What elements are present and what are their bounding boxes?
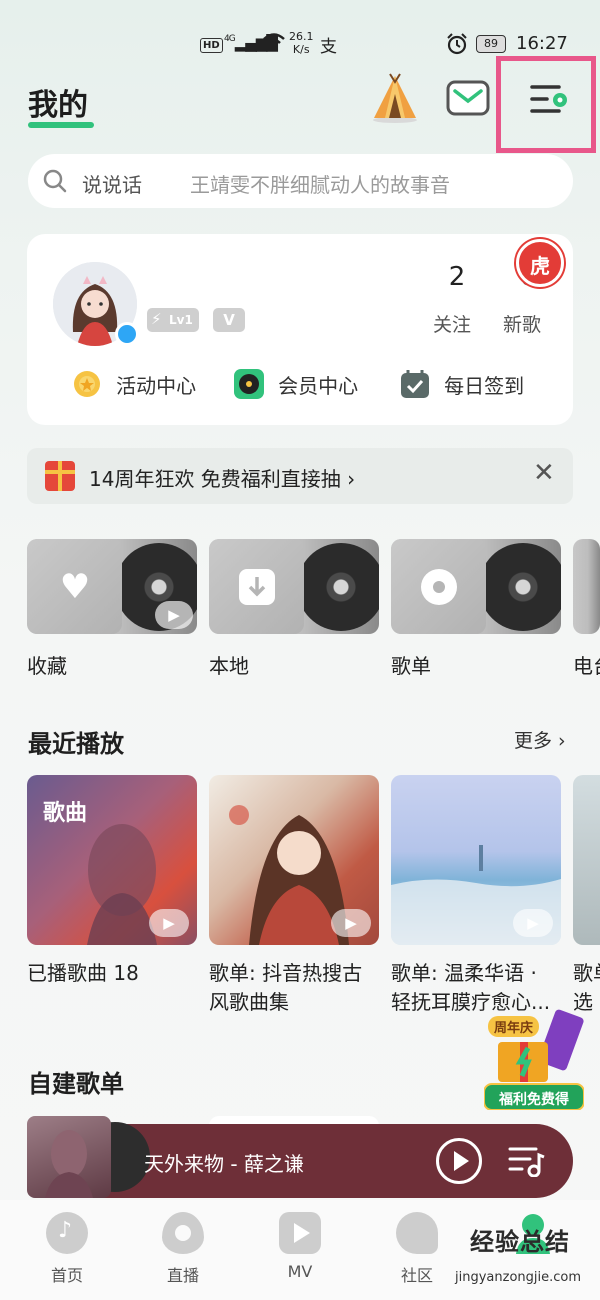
daily-checkin-label: 每日签到	[444, 373, 525, 398]
play-icon[interactable]: ▶	[149, 909, 189, 937]
eye-icon	[162, 1212, 204, 1254]
vip-center-button[interactable]: 会员中心	[233, 368, 358, 400]
daily-checkin-button[interactable]: 每日签到	[399, 368, 524, 400]
tent-icon[interactable]	[370, 72, 420, 124]
tab-home-label: 首页	[50, 1266, 83, 1285]
wifi-icon	[263, 33, 285, 51]
online-badge	[115, 322, 139, 346]
search-bar[interactable]: 说说话 王靖雯不胖细腻动人的故事音	[28, 154, 573, 208]
recent-card[interactable]: 歌曲 ▶	[27, 775, 197, 945]
battery-indicator: 89	[476, 35, 506, 53]
anniversary-promo[interactable]: 周年庆 福利免费得	[484, 1008, 584, 1110]
calendar-check-icon	[401, 370, 429, 398]
watermark-title: 经验总结	[470, 1228, 570, 1256]
promo-text: 14周年狂欢 免费福利直接抽 ›	[89, 467, 356, 491]
playlists-section-title: 自建歌单	[28, 1070, 124, 1098]
download-icon	[239, 569, 275, 605]
recent-section-title: 最近播放	[28, 730, 124, 758]
playlist-queue-icon[interactable]	[508, 1145, 546, 1177]
bolt-icon: ⚡	[151, 310, 162, 328]
vip-badge[interactable]: V	[213, 308, 245, 332]
play-icon[interactable]: ▶	[155, 601, 193, 629]
settings-menu-icon[interactable]	[529, 82, 569, 116]
alarm-icon	[447, 33, 467, 55]
heart-icon: ♥	[59, 567, 91, 607]
tab-live[interactable]: 直播	[143, 1212, 223, 1286]
recent-item-label: 已播歌曲 18	[27, 961, 139, 985]
gift-icon	[45, 461, 75, 491]
page-title: 我的	[28, 88, 88, 123]
now-playing-cover[interactable]	[27, 1116, 111, 1198]
more-link[interactable]: 更多 ›	[514, 726, 566, 753]
search-placeholder: 王靖雯不胖细腻动人的故事音	[190, 173, 450, 197]
tab-community[interactable]: 社区	[377, 1212, 457, 1286]
close-icon[interactable]: ✕	[533, 458, 555, 488]
community-icon	[396, 1212, 438, 1254]
favorites-tile[interactable]: ♥ ▶	[27, 539, 197, 634]
recent-card[interactable]: ▶	[391, 775, 561, 945]
following-label[interactable]: 关注	[433, 310, 471, 337]
tab-community-label: 社区	[400, 1266, 433, 1285]
alipay-icon: 支	[320, 37, 337, 57]
tab-mv-label: MV	[287, 1262, 313, 1281]
following-count: 2	[448, 262, 466, 292]
coin-icon	[74, 371, 100, 397]
radio-tile[interactable]	[573, 539, 600, 634]
tab-mv[interactable]: MV	[260, 1212, 340, 1281]
local-label: 本地	[209, 654, 249, 678]
now-playing-title: 天外来物 - 薛之谦	[144, 1152, 304, 1176]
hd-indicator: HD	[200, 38, 223, 53]
watermark-url: jingyanzongjie.com	[455, 1270, 582, 1285]
favorites-label: 收藏	[27, 654, 67, 678]
title-underline	[28, 122, 94, 128]
recent-card[interactable]	[573, 775, 600, 945]
tiger-badge-icon[interactable]: 虎	[516, 239, 564, 287]
disc-icon	[421, 569, 457, 605]
network-speed: 26.1 K/s	[289, 30, 314, 56]
playlist-label: 歌单	[391, 654, 431, 678]
activity-center-button[interactable]: 活动中心	[71, 368, 196, 400]
vip-center-label: 会员中心	[278, 373, 359, 398]
new-songs-label[interactable]: 新歌	[503, 310, 541, 337]
play-icon[interactable]: ▶	[331, 909, 371, 937]
vinyl-icon	[234, 369, 264, 399]
anniversary-badge: 周年庆	[488, 1016, 540, 1037]
local-tile[interactable]	[209, 539, 379, 634]
following-stat[interactable]: 2	[447, 262, 467, 292]
promo-banner[interactable]: 14周年狂欢 免费福利直接抽 › ✕	[27, 448, 573, 504]
cover-tag: 歌曲	[43, 801, 88, 826]
home-music-icon: ♪	[46, 1212, 88, 1254]
tab-home[interactable]: ♪ 首页	[27, 1212, 107, 1286]
activity-center-label: 活动中心	[116, 373, 197, 398]
mail-icon[interactable]	[446, 80, 490, 116]
cover-art	[45, 1130, 93, 1198]
video-icon	[279, 1212, 321, 1254]
search-prefix: 说说话	[82, 173, 142, 197]
recent-item-label: 歌单: 抖音热搜古 风歌曲集	[209, 961, 363, 1014]
radio-label: 电台	[573, 654, 600, 678]
recent-card[interactable]: ▶	[209, 775, 379, 945]
anniversary-label: 福利免费得	[499, 1092, 569, 1108]
clock: 16:27	[516, 33, 568, 54]
play-button[interactable]	[436, 1138, 482, 1184]
playlist-tile[interactable]	[391, 539, 561, 634]
search-icon	[43, 169, 67, 193]
vinyl-disc	[479, 543, 561, 631]
tab-live-label: 直播	[166, 1266, 199, 1285]
profile-card: Lv1 ⚡ V 2 关注 0 新歌 虎 活动中心 会员中心 每日签到	[27, 234, 573, 425]
play-icon[interactable]: ▶	[513, 909, 553, 937]
vinyl-disc	[297, 543, 379, 631]
